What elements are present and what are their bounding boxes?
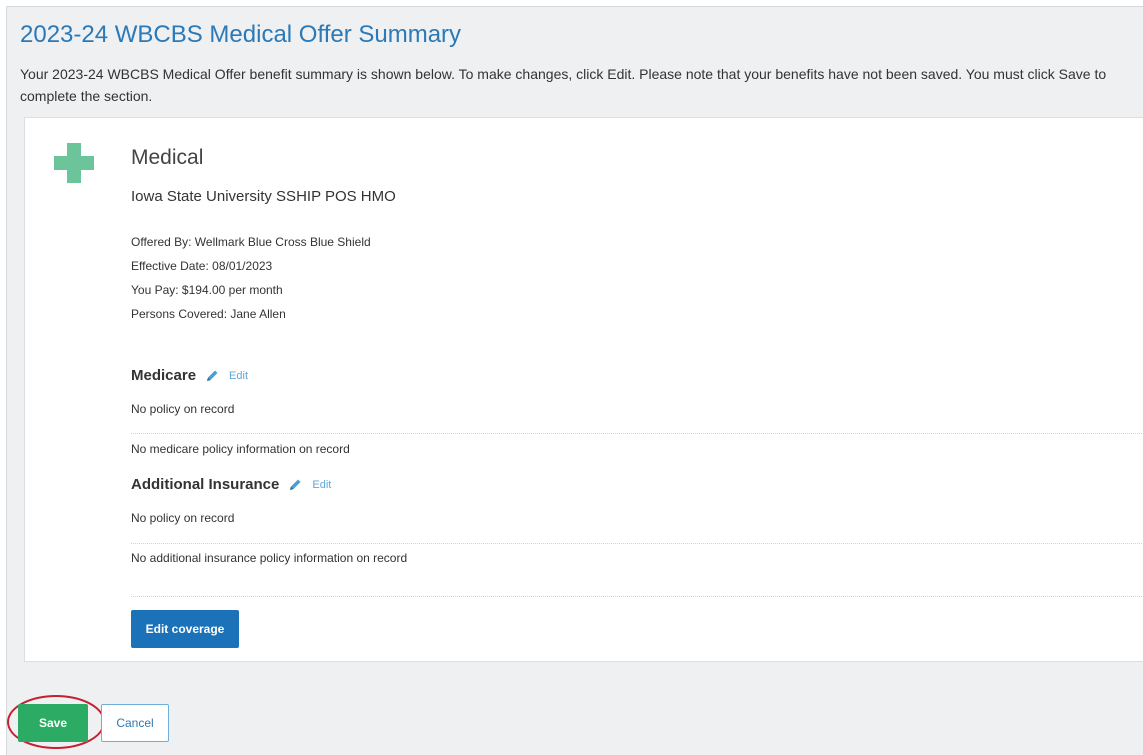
medical-benefit-card: Medical Iowa State University SSHIP POS … <box>24 117 1143 662</box>
medical-cross-icon <box>54 143 94 183</box>
medicare-status: No policy on record <box>131 402 235 416</box>
additional-insurance-edit-link[interactable]: Edit <box>312 479 331 491</box>
plan-name: Iowa State University SSHIP POS HMO <box>131 188 396 205</box>
medicare-info: No medicare policy information on record <box>131 442 350 456</box>
cancel-button[interactable]: Cancel <box>101 704 169 742</box>
divider <box>131 543 1143 544</box>
section-title: Medical <box>131 146 204 169</box>
intro-text: Your 2023-24 WBCBS Medical Offer benefit… <box>20 66 1107 104</box>
additional-insurance-info: No additional insurance policy informati… <box>131 551 408 565</box>
medicare-edit-link[interactable]: Edit <box>229 370 248 382</box>
benefit-summary-panel: 2023-24 WBCBS Medical Offer Summary Your… <box>6 6 1143 755</box>
medicare-heading-label: Medicare <box>131 367 197 384</box>
pencil-icon[interactable] <box>288 478 302 492</box>
additional-insurance-heading: Additional Insurance Edit <box>131 476 331 493</box>
persons-covered: Persons Covered: Jane Allen <box>131 307 286 321</box>
additional-insurance-heading-label: Additional Insurance <box>131 476 280 493</box>
page-title: 2023-24 WBCBS Medical Offer Summary <box>20 21 462 48</box>
effective-date: Effective Date: 08/01/2023 <box>131 259 273 273</box>
edit-coverage-button[interactable]: Edit coverage <box>131 610 239 648</box>
additional-insurance-status: No policy on record <box>131 511 235 525</box>
pencil-icon[interactable] <box>205 369 219 383</box>
plan-details: Offered By: Wellmark Blue Cross Blue Shi… <box>131 230 371 326</box>
divider <box>131 596 1143 597</box>
save-button[interactable]: Save <box>18 704 88 742</box>
you-pay: You Pay: $194.00 per month <box>131 283 283 297</box>
offered-by: Offered By: Wellmark Blue Cross Blue Shi… <box>131 235 371 249</box>
divider <box>131 433 1143 434</box>
medicare-heading: Medicare Edit <box>131 367 248 384</box>
